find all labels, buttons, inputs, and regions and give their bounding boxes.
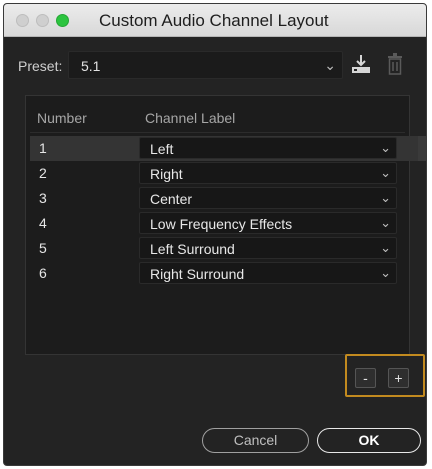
table-row[interactable]: 1 Left ⌄ <box>30 136 418 161</box>
chevron-down-icon: ⌄ <box>380 140 391 155</box>
save-preset-icon[interactable] <box>350 53 372 75</box>
ok-button[interactable]: OK <box>317 428 421 453</box>
channel-label-dropdown[interactable]: Low Frequency Effects ⌄ <box>139 212 397 234</box>
title-bar: Custom Audio Channel Layout <box>4 4 426 37</box>
preset-row: Preset: 5.1 ⌄ <box>4 48 426 84</box>
row-number: 1 <box>39 140 47 156</box>
channel-label-value: Right <box>150 166 183 182</box>
trash-icon[interactable] <box>386 52 404 76</box>
chevron-down-icon: ⌄ <box>324 57 336 73</box>
close-window-button[interactable] <box>16 14 29 27</box>
table-row[interactable]: 6 Right Surround ⌄ <box>30 261 418 286</box>
chevron-down-icon: ⌄ <box>380 265 391 280</box>
row-number: 6 <box>39 265 47 281</box>
table-row[interactable]: 3 Center ⌄ <box>30 186 418 211</box>
channel-table: Number Channel Label 1 Left ⌄ 2 Right ⌄ … <box>25 95 426 355</box>
dialog-window: Custom Audio Channel Layout Preset: 5.1 … <box>3 3 427 466</box>
channel-label-value: Right Surround <box>150 266 245 282</box>
table-row[interactable]: 5 Left Surround ⌄ <box>30 236 418 261</box>
chevron-down-icon: ⌄ <box>380 190 391 205</box>
remove-channel-button[interactable]: - <box>355 368 376 388</box>
add-channel-button[interactable]: + <box>388 368 409 388</box>
cancel-button[interactable]: Cancel <box>202 428 309 453</box>
window-title: Custom Audio Channel Layout <box>99 11 329 30</box>
chevron-down-icon: ⌄ <box>380 240 391 255</box>
scrollbar-thumb[interactable] <box>417 136 426 161</box>
table-row[interactable]: 2 Right ⌄ <box>30 161 418 186</box>
header-divider <box>30 132 405 133</box>
channel-label-dropdown[interactable]: Center ⌄ <box>139 187 397 209</box>
column-header-number: Number <box>37 110 87 126</box>
chevron-down-icon: ⌄ <box>380 165 391 180</box>
row-number: 5 <box>39 240 47 256</box>
chevron-down-icon: ⌄ <box>380 215 391 230</box>
channel-label-dropdown[interactable]: Left Surround ⌄ <box>139 237 397 259</box>
row-number: 4 <box>39 215 47 231</box>
row-number: 2 <box>39 165 47 181</box>
preset-label: Preset: <box>18 58 63 74</box>
preset-value: 5.1 <box>81 58 101 74</box>
channel-label-value: Left <box>150 141 174 157</box>
table-row[interactable]: 4 Low Frequency Effects ⌄ <box>30 211 418 236</box>
channel-label-value: Left Surround <box>150 241 235 257</box>
zoom-window-button[interactable] <box>56 14 69 27</box>
row-number: 3 <box>39 190 47 206</box>
preset-dropdown[interactable]: 5.1 ⌄ <box>68 51 343 79</box>
minimize-window-button[interactable] <box>36 14 49 27</box>
channel-label-value: Low Frequency Effects <box>150 216 293 232</box>
channel-label-dropdown[interactable]: Left ⌄ <box>139 137 397 159</box>
channel-label-value: Center <box>150 191 193 207</box>
channel-label-dropdown[interactable]: Right ⌄ <box>139 162 397 184</box>
column-header-channel-label: Channel Label <box>145 110 236 126</box>
channel-label-dropdown[interactable]: Right Surround ⌄ <box>139 262 397 284</box>
